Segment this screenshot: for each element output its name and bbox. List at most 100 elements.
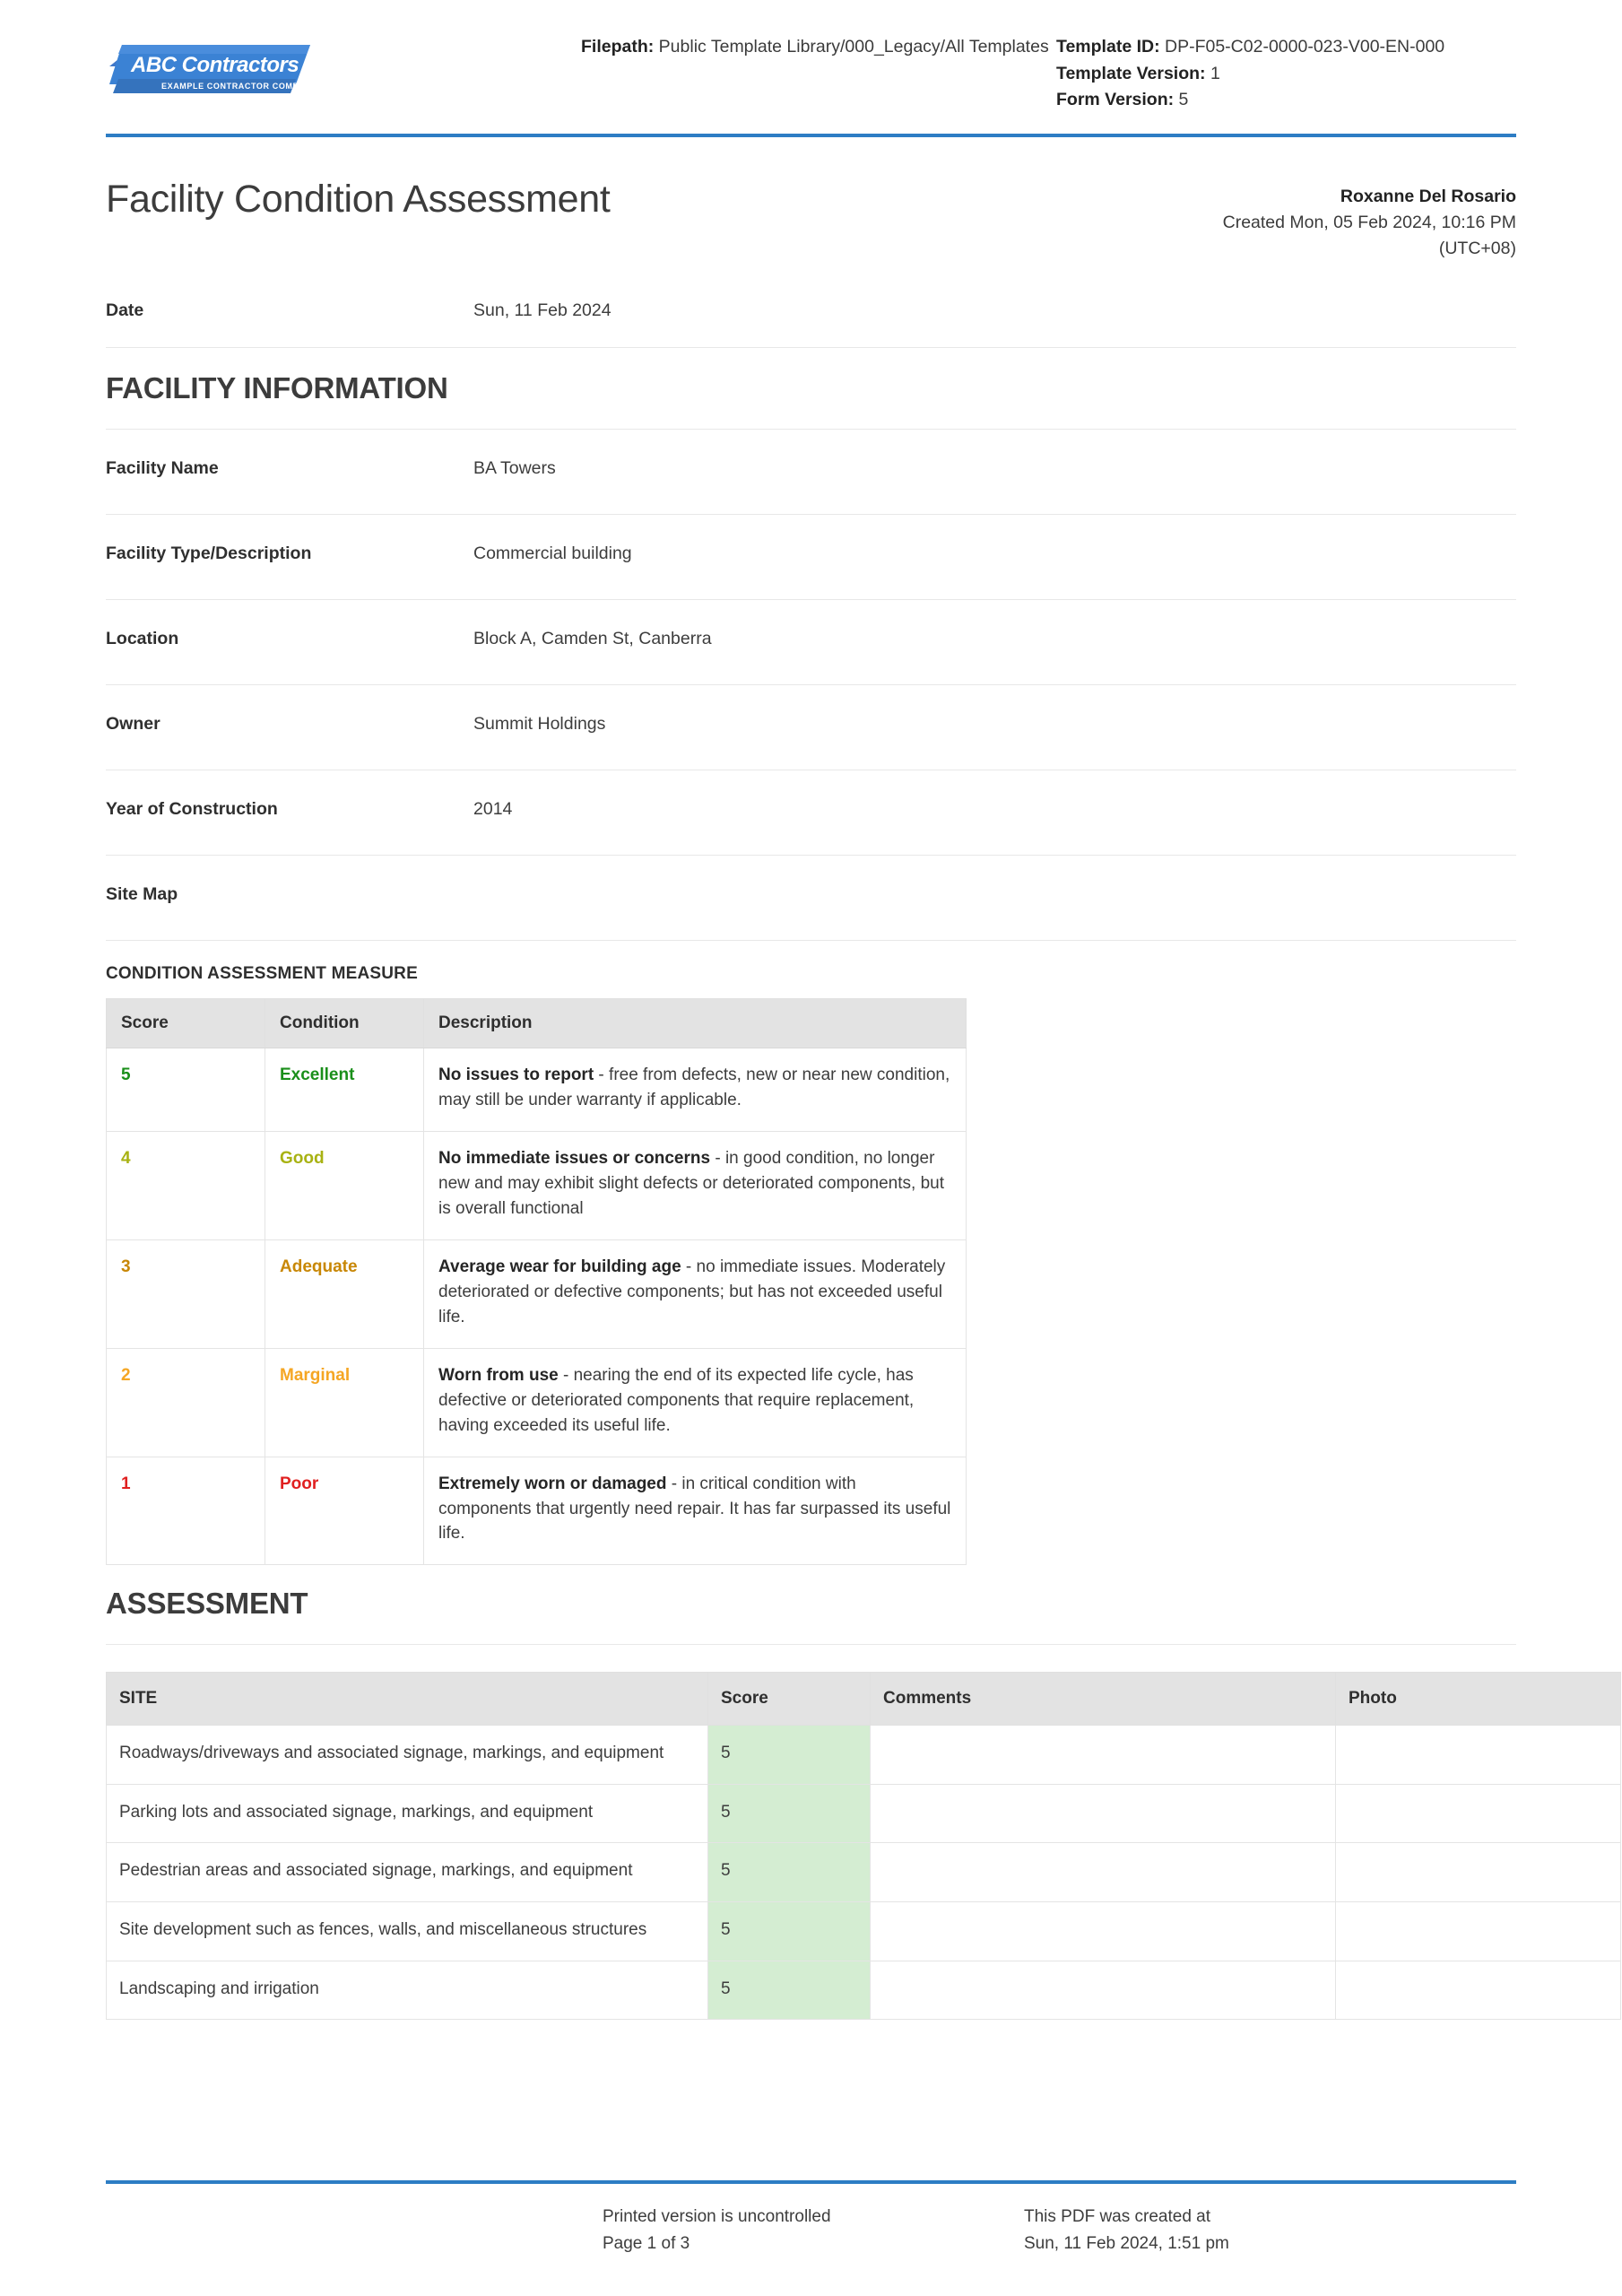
assessment-photo[interactable] xyxy=(1336,1902,1621,1961)
measure-description-bold: Worn from use xyxy=(438,1366,559,1385)
measure-condition: Good xyxy=(265,1132,424,1240)
measure-description: No immediate issues or concerns - in goo… xyxy=(424,1132,967,1240)
column-header-description: Description xyxy=(424,999,967,1048)
footer-pdf-timestamp: Sun, 11 Feb 2024, 1:51 pm xyxy=(1024,2231,1516,2257)
created-timezone: (UTC+08) xyxy=(1223,236,1516,262)
assessment-comments[interactable] xyxy=(871,1843,1336,1902)
divider xyxy=(106,1644,1516,1645)
footer-print-block: Printed version is uncontrolled Page 1 o… xyxy=(603,2204,1024,2257)
facility-type-label: Facility Type/Description xyxy=(106,542,473,566)
measure-description: Average wear for building age - no immed… xyxy=(424,1240,967,1349)
measure-condition: Poor xyxy=(265,1457,424,1565)
assessment-score[interactable]: 5 xyxy=(708,1784,871,1843)
column-header-site: SITE xyxy=(107,1673,708,1726)
assessment-site: Parking lots and associated signage, mar… xyxy=(107,1784,708,1843)
section-heading-facility-information: FACILITY INFORMATION xyxy=(106,348,1516,429)
assessment-comments[interactable] xyxy=(871,1961,1336,2020)
template-id-value: DP-F05-C02-0000-023-V00-EN-000 xyxy=(1165,37,1444,57)
assessment-comments[interactable] xyxy=(871,1902,1336,1961)
title-row: Facility Condition Assessment Roxanne De… xyxy=(106,178,1516,262)
table-row: 1 Poor Extremely worn or damaged - in cr… xyxy=(107,1457,967,1565)
footer-printed-notice: Printed version is uncontrolled xyxy=(603,2204,1024,2230)
table-row: Site development such as fences, walls, … xyxy=(107,1902,1621,1961)
column-header-comments: Comments xyxy=(871,1673,1336,1726)
facility-name-value: BA Towers xyxy=(473,457,1516,481)
template-id-label: Template ID: xyxy=(1056,37,1160,57)
field-row-facility-name: Facility Name BA Towers xyxy=(106,430,1516,514)
form-version-value: 5 xyxy=(1179,90,1189,109)
location-value: Block A, Camden St, Canberra xyxy=(473,627,1516,651)
measure-score: 5 xyxy=(107,1048,265,1132)
assessment-photo[interactable] xyxy=(1336,1726,1621,1785)
location-label: Location xyxy=(106,627,473,651)
logo-graphic: ABC Contractors EXAMPLE CONTRACTOR COMPA… xyxy=(106,39,314,99)
measure-condition: Marginal xyxy=(265,1348,424,1457)
svg-text:EXAMPLE CONTRACTOR COMPANY: EXAMPLE CONTRACTOR COMPANY xyxy=(161,82,314,91)
assessment-site: Pedestrian areas and associated signage,… xyxy=(107,1843,708,1902)
assessment-score[interactable]: 5 xyxy=(708,1902,871,1961)
filepath-value: Public Template Library/000_Legacy/All T… xyxy=(659,37,1049,57)
field-row-owner: Owner Summit Holdings xyxy=(106,685,1516,770)
measure-description-bold: Extremely worn or damaged xyxy=(438,1474,666,1493)
facility-type-value: Commercial building xyxy=(473,542,1516,566)
table-row: Pedestrian areas and associated signage,… xyxy=(107,1843,1621,1902)
column-header-condition: Condition xyxy=(265,999,424,1048)
template-id-line: Template ID: DP-F05-C02-0000-023-V00-EN-… xyxy=(1056,34,1516,61)
table-row: Roadways/driveways and associated signag… xyxy=(107,1726,1621,1785)
assessment-comments[interactable] xyxy=(871,1784,1336,1843)
year-of-construction-label: Year of Construction xyxy=(106,797,473,822)
logo-cell: ABC Contractors EXAMPLE CONTRACTOR COMPA… xyxy=(106,30,581,99)
assessment-site: Site development such as fences, walls, … xyxy=(107,1902,708,1961)
assessment-table: SITE Score Comments Photo Roadways/drive… xyxy=(106,1672,1621,2020)
measure-description: Worn from use - nearing the end of its e… xyxy=(424,1348,967,1457)
measure-score: 3 xyxy=(107,1240,265,1349)
author-name: Roxanne Del Rosario xyxy=(1223,184,1516,210)
author-block: Roxanne Del Rosario Created Mon, 05 Feb … xyxy=(1223,178,1516,262)
template-version-label: Template Version: xyxy=(1056,64,1206,83)
template-meta-block: Template ID: DP-F05-C02-0000-023-V00-EN-… xyxy=(1056,30,1516,114)
owner-value: Summit Holdings xyxy=(473,712,1516,736)
measure-description-bold: Average wear for building age xyxy=(438,1257,681,1276)
assessment-photo[interactable] xyxy=(1336,1843,1621,1902)
date-label: Date xyxy=(106,299,473,323)
filepath-label: Filepath: xyxy=(581,37,654,57)
assessment-site: Roadways/driveways and associated signag… xyxy=(107,1726,708,1785)
field-row-location: Location Block A, Camden St, Canberra xyxy=(106,600,1516,684)
created-timestamp: Created Mon, 05 Feb 2024, 10:16 PM xyxy=(1223,210,1516,236)
assessment-photo[interactable] xyxy=(1336,1961,1621,2020)
header-divider xyxy=(106,134,1516,137)
condition-assessment-measure-table: Score Condition Description 5 Excellent … xyxy=(106,998,967,1565)
svg-text:ABC Contractors: ABC Contractors xyxy=(130,53,299,77)
measure-condition: Excellent xyxy=(265,1048,424,1132)
document-header: ABC Contractors EXAMPLE CONTRACTOR COMPA… xyxy=(106,0,1516,114)
table-row: 5 Excellent No issues to report - free f… xyxy=(107,1048,967,1132)
field-row-site-map: Site Map xyxy=(106,856,1516,940)
page-title: Facility Condition Assessment xyxy=(106,178,1223,221)
assessment-score[interactable]: 5 xyxy=(708,1843,871,1902)
footer-divider xyxy=(106,2180,1516,2184)
footer-pdf-block: This PDF was created at Sun, 11 Feb 2024… xyxy=(1024,2204,1516,2257)
measure-description: No issues to report - free from defects,… xyxy=(424,1048,967,1132)
assessment-site: Landscaping and irrigation xyxy=(107,1961,708,2020)
column-header-score: Score xyxy=(708,1673,871,1726)
year-of-construction-value: 2014 xyxy=(473,797,1516,822)
assessment-score[interactable]: 5 xyxy=(708,1726,871,1785)
form-version-line: Form Version: 5 xyxy=(1056,87,1516,114)
measure-score: 2 xyxy=(107,1348,265,1457)
sub-heading-condition-assessment-measure: CONDITION ASSESSMENT MEASURE xyxy=(106,941,1516,998)
footer-columns: Printed version is uncontrolled Page 1 o… xyxy=(106,2204,1516,2257)
field-row-facility-type: Facility Type/Description Commercial bui… xyxy=(106,515,1516,599)
table-header-row: Score Condition Description xyxy=(107,999,967,1048)
filepath-block: Filepath: Public Template Library/000_Le… xyxy=(581,30,1056,61)
table-row: 2 Marginal Worn from use - nearing the e… xyxy=(107,1348,967,1457)
assessment-score[interactable]: 5 xyxy=(708,1961,871,2020)
measure-condition: Adequate xyxy=(265,1240,424,1349)
assessment-photo[interactable] xyxy=(1336,1784,1621,1843)
column-header-photo: Photo xyxy=(1336,1673,1621,1726)
company-logo: ABC Contractors EXAMPLE CONTRACTOR COMPA… xyxy=(106,39,314,99)
measure-score: 4 xyxy=(107,1132,265,1240)
measure-score: 1 xyxy=(107,1457,265,1565)
footer-spacer xyxy=(106,2204,603,2257)
assessment-comments[interactable] xyxy=(871,1726,1336,1785)
form-version-label: Form Version: xyxy=(1056,90,1174,109)
